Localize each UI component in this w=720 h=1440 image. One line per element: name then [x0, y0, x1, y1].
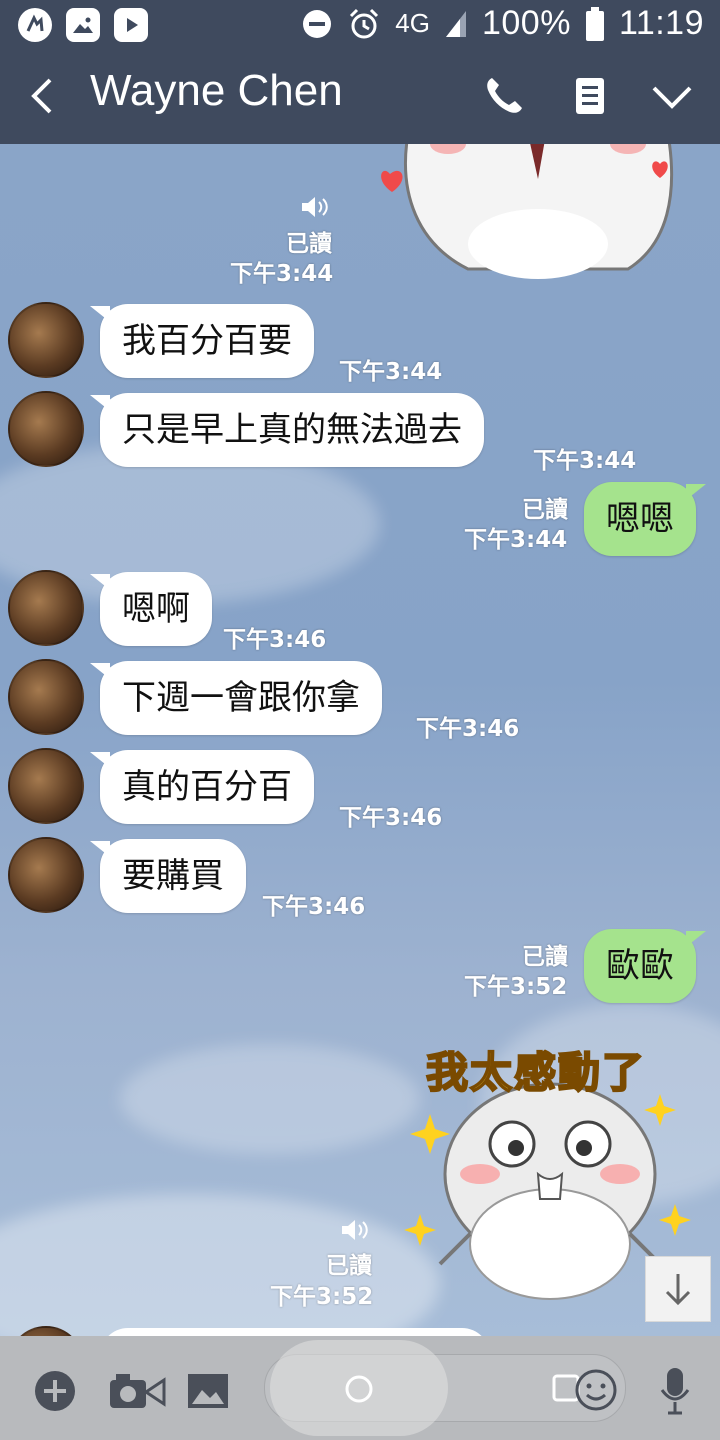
scroll-to-bottom-button[interactable] [645, 1256, 711, 1322]
message-bubble-in[interactable]: 我百分百要 [90, 304, 314, 378]
gallery-icon [66, 8, 100, 42]
home-circle-icon [345, 1375, 373, 1403]
read-receipt: 已讀 [286, 231, 332, 257]
emoji-icon[interactable] [574, 1368, 618, 1412]
avatar[interactable] [8, 748, 84, 824]
chat-area[interactable]: 已讀 下午3:44 我百分百要 下午3:44 只是早上真的無法過去 下午3:44… [0, 144, 720, 1336]
message-time: 下午3:44 [230, 261, 334, 287]
video-icon [114, 8, 148, 42]
message-bubble-in[interactable]: 嗯啊 [90, 572, 212, 646]
avatar[interactable] [8, 570, 84, 646]
signal-icon [445, 10, 466, 37]
home-button[interactable] [270, 1340, 448, 1436]
message-bubble-in[interactable]: 下週一會跟你拿 [90, 661, 382, 735]
status-bar: 4G 100% 11:19 [0, 0, 720, 48]
back-icon[interactable] [24, 74, 64, 118]
message-time: 下午3:46 [223, 627, 327, 653]
sticker-caption: 我太感動了 [425, 1047, 647, 1098]
arrow-down-icon [665, 1274, 691, 1306]
input-bar [0, 1336, 720, 1440]
message-bubble-out[interactable]: 嗯嗯 [584, 482, 706, 556]
message-time: 下午3:46 [262, 894, 366, 920]
avatar[interactable] [8, 302, 84, 378]
message-bubble-in[interactable]: 只是早上真的無法過去 [90, 393, 484, 467]
message-bubble-out[interactable]: 歐歐 [584, 929, 706, 1003]
notes-icon[interactable] [568, 74, 612, 118]
plus-icon[interactable] [34, 1370, 76, 1412]
message-time: 下午3:44 [533, 448, 637, 474]
read-receipt: 已讀 [326, 1253, 372, 1279]
message-time: 下午3:46 [339, 805, 443, 831]
avatar[interactable] [8, 837, 84, 913]
clock: 11:19 [618, 4, 704, 42]
read-receipt: 已讀 [522, 944, 568, 970]
avatar[interactable] [8, 391, 84, 467]
chevron-down-icon[interactable] [650, 74, 694, 118]
message-bubble-in[interactable]: 真的百分百 [90, 750, 314, 824]
message-time: 下午3:52 [464, 974, 568, 1000]
alarm-icon [350, 8, 379, 38]
image-icon[interactable] [186, 1372, 230, 1410]
message-time: 下午3:52 [270, 1284, 374, 1310]
message-time: 下午3:46 [416, 716, 520, 742]
speaker-icon [302, 197, 328, 217]
dnd-icon [303, 9, 332, 38]
mic-icon[interactable] [660, 1366, 690, 1416]
signal-label: 4G [395, 8, 430, 38]
message-time: 下午3:44 [464, 527, 568, 553]
app-icon [18, 8, 52, 42]
message-time: 下午3:44 [339, 359, 443, 385]
battery-icon [585, 6, 604, 41]
avatar[interactable] [8, 659, 84, 735]
contact-name: Wayne Chen [90, 66, 343, 115]
message-bubble-in[interactable]: 要購買 [90, 839, 246, 913]
speaker-icon [342, 1220, 368, 1240]
phone-icon[interactable] [482, 74, 526, 118]
camera-icon[interactable] [108, 1372, 166, 1410]
sticker-image[interactable] [378, 144, 698, 284]
battery-percent: 100% [481, 4, 571, 42]
chat-header: Wayne Chen [0, 48, 720, 144]
message-bubble-in[interactable] [100, 1328, 490, 1336]
read-receipt: 已讀 [522, 497, 568, 523]
